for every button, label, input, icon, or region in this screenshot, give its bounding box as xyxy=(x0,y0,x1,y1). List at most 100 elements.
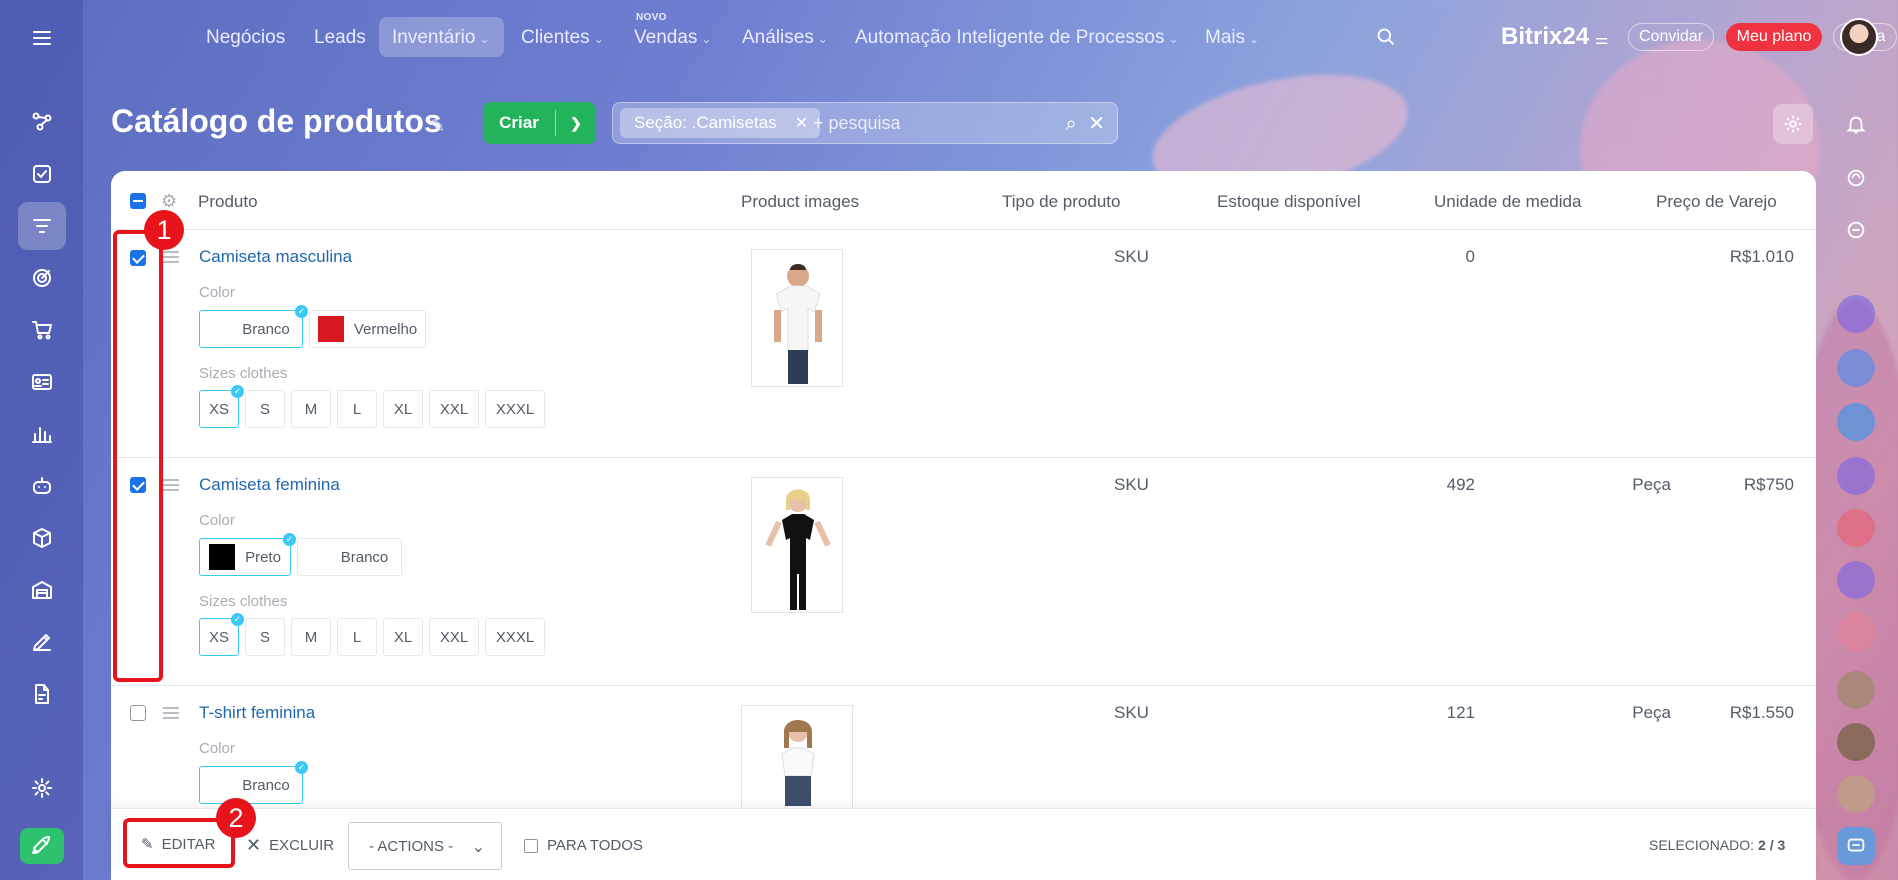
size-option[interactable]: L xyxy=(337,618,377,656)
size-option[interactable]: XS xyxy=(199,385,244,428)
search-icon[interactable]: ⌕ xyxy=(1065,113,1076,135)
size-option[interactable]: M xyxy=(291,390,331,428)
nav-item-invent-rio[interactable]: Inventário ⌄ xyxy=(392,27,490,49)
color-option-branco[interactable]: Branco xyxy=(297,538,402,576)
page-settings-button[interactable] xyxy=(1773,104,1813,144)
nav-item-mais[interactable]: Mais ⌄ xyxy=(1205,27,1259,49)
clear-icon[interactable]: ✕ xyxy=(1088,113,1105,135)
size-option[interactable]: XS xyxy=(199,613,244,656)
target-icon[interactable] xyxy=(18,254,66,302)
size-option[interactable]: XL xyxy=(383,390,423,428)
right-sidebar xyxy=(1815,75,1898,880)
chevron-down-icon[interactable]: ❯ xyxy=(556,115,596,132)
type-cell: SKU xyxy=(1114,703,1149,722)
product-image[interactable] xyxy=(751,249,843,387)
chevron-down-icon: ⌄ xyxy=(479,32,490,46)
color-option-branco[interactable]: Branco xyxy=(199,761,308,804)
pin-icon[interactable]: ✎ xyxy=(430,116,445,137)
tasks-icon[interactable] xyxy=(18,150,66,198)
for-all-checkbox[interactable] xyxy=(524,839,538,853)
delete-button[interactable]: ✕ EXCLUIR xyxy=(246,835,334,856)
product-name-link[interactable]: T-shirt feminina xyxy=(199,703,315,723)
messenger-icon[interactable] xyxy=(1837,827,1875,865)
size-option[interactable]: L xyxy=(337,390,377,428)
rocket-icon[interactable] xyxy=(20,828,64,864)
size-option[interactable]: S xyxy=(245,618,285,656)
chat-avatar[interactable] xyxy=(1837,403,1875,441)
size-option[interactable]: XXXL xyxy=(485,390,545,428)
product-name-link[interactable]: Camiseta feminina xyxy=(199,475,340,495)
drag-handle-icon[interactable] xyxy=(163,479,179,491)
menu-icon[interactable] xyxy=(18,14,66,62)
close-icon[interactable]: ✕ xyxy=(795,113,808,133)
robot-icon[interactable] xyxy=(18,462,66,510)
size-option[interactable]: XL xyxy=(383,618,423,656)
for-all-label[interactable]: PARA TODOS xyxy=(547,837,643,854)
product-image[interactable] xyxy=(751,477,843,613)
size-option[interactable]: XXXL xyxy=(485,618,545,656)
drag-handle-icon[interactable] xyxy=(163,707,179,719)
size-option[interactable]: M xyxy=(291,618,331,656)
box-icon[interactable] xyxy=(18,514,66,562)
header-product[interactable]: Produto xyxy=(198,192,258,212)
row-checkbox[interactable] xyxy=(130,705,146,721)
nav-item-an-lises[interactable]: Análises ⌄ xyxy=(742,27,828,49)
column-settings-icon[interactable]: ⚙ xyxy=(161,191,177,212)
cart-icon[interactable] xyxy=(18,306,66,354)
header-type[interactable]: Tipo de produto xyxy=(1002,192,1120,212)
chat-avatar[interactable] xyxy=(1837,561,1875,599)
size-option[interactable]: S xyxy=(245,390,285,428)
nav-item-clientes[interactable]: Clientes ⌄ xyxy=(521,27,604,49)
chat-avatar[interactable] xyxy=(1837,457,1875,495)
search-input[interactable]: + pesquisa xyxy=(813,113,901,134)
filter-icon[interactable] xyxy=(18,202,66,250)
pen-icon[interactable] xyxy=(18,618,66,666)
bar-chart-icon[interactable] xyxy=(18,410,66,458)
user-avatar[interactable] xyxy=(1840,18,1878,56)
search-icon[interactable] xyxy=(1376,27,1396,53)
chat-avatar[interactable] xyxy=(1837,509,1875,547)
settings-icon[interactable] xyxy=(18,764,66,812)
header-unit[interactable]: Unidade de medida xyxy=(1434,192,1581,212)
chat-avatar[interactable] xyxy=(1837,349,1875,387)
bell-icon[interactable] xyxy=(1837,105,1875,143)
filter-chip[interactable]: Seção: .Camisetas ✕ xyxy=(620,108,821,138)
table-row[interactable]: Camiseta masculina Color Branco Vermelho… xyxy=(111,230,1816,458)
chat-avatar[interactable] xyxy=(1837,295,1875,333)
chat-avatar[interactable] xyxy=(1837,613,1875,651)
table-row[interactable]: Camiseta feminina Color Preto Branco Siz… xyxy=(111,458,1816,686)
actions-dropdown[interactable]: - ACTIONS - ⌄ xyxy=(348,822,502,870)
invite-button[interactable]: Convidar xyxy=(1628,23,1714,51)
product-name-link[interactable]: Camiseta masculina xyxy=(199,247,352,267)
product-image[interactable] xyxy=(741,705,853,825)
nav-item-automa-o-inteligente-de-processos[interactable]: Automação Inteligente de Processos ⌄ xyxy=(855,27,1179,49)
header-stock[interactable]: Estoque disponível xyxy=(1217,192,1361,212)
size-option[interactable]: XXL xyxy=(429,390,479,428)
top-navigation: NOVO Negócios Leads Inventário ⌄ Clientes ⌄ Ve… xyxy=(83,0,1898,75)
crm-icon[interactable] xyxy=(18,97,66,145)
select-all-checkbox[interactable] xyxy=(130,193,146,209)
nav-item-leads[interactable]: Leads xyxy=(314,27,366,49)
color-option-preto[interactable]: Preto xyxy=(199,533,296,576)
chat-avatar[interactable] xyxy=(1837,723,1875,761)
drag-handle-icon[interactable] xyxy=(163,251,179,263)
header-images[interactable]: Product images xyxy=(741,192,859,212)
filter-search-bar[interactable]: Seção: .Camisetas ✕ + pesquisa ⌕ ✕ xyxy=(612,102,1118,144)
create-button[interactable]: Criar ❯ xyxy=(483,102,596,144)
nav-item-neg-cios[interactable]: Negócios xyxy=(206,27,285,49)
my-plan-button[interactable]: Meu plano xyxy=(1726,23,1822,51)
chat-avatar[interactable] xyxy=(1837,671,1875,709)
color-option-vermelho[interactable]: Vermelho xyxy=(309,310,426,348)
color-option-branco[interactable]: Branco xyxy=(199,305,308,348)
document-edit-icon[interactable] xyxy=(18,670,66,718)
chat-icon[interactable] xyxy=(1837,211,1875,249)
nav-item-vendas[interactable]: Vendas ⌄ xyxy=(634,27,711,49)
copilot-icon[interactable] xyxy=(1837,159,1875,197)
warehouse-icon[interactable] xyxy=(18,566,66,614)
chat-avatar[interactable] xyxy=(1837,775,1875,813)
size-option[interactable]: XXL xyxy=(429,618,479,656)
contact-card-icon[interactable] xyxy=(18,358,66,406)
chevron-down-icon: ⌄ xyxy=(1249,32,1260,46)
header-price[interactable]: Preço de Varejo xyxy=(1656,192,1777,212)
brand-logo[interactable]: Bitrix24 ⚌ xyxy=(1501,23,1609,51)
